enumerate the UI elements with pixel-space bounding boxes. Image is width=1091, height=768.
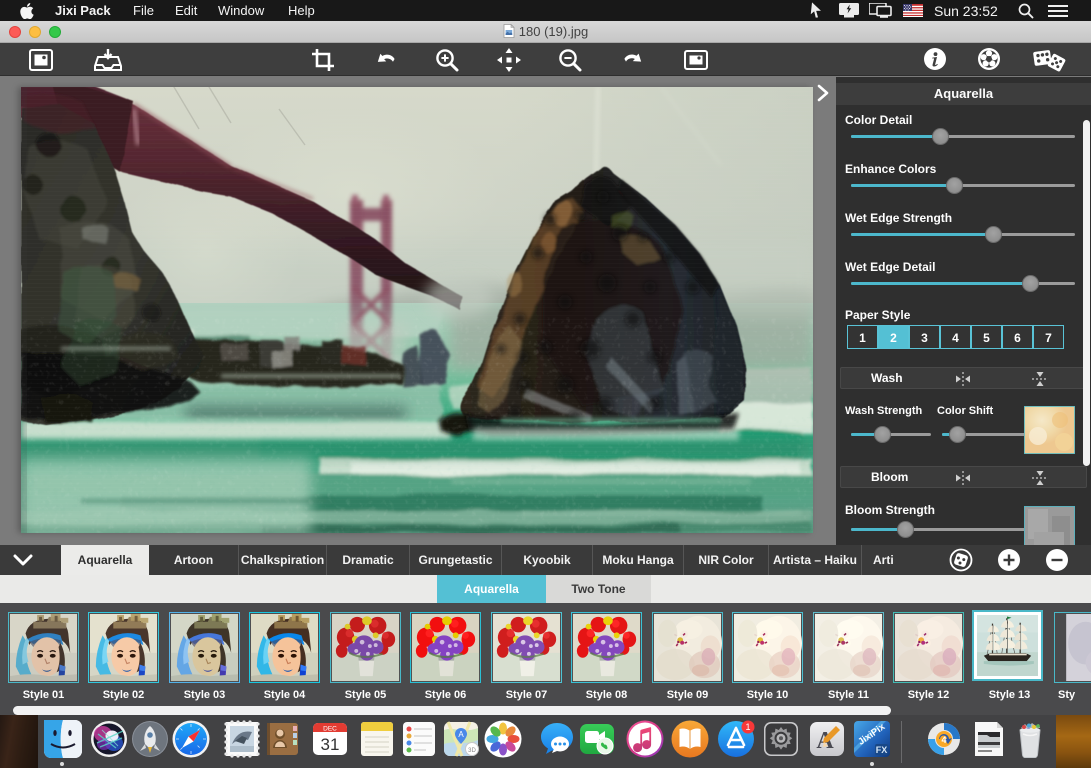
svg-text:DEC: DEC (323, 726, 337, 733)
svg-text:4: 4 (941, 735, 946, 745)
svg-text:31: 31 (321, 735, 340, 754)
svg-text:1: 1 (745, 722, 750, 732)
svg-text:A: A (458, 730, 464, 739)
svg-text:FX: FX (876, 745, 888, 755)
svg-text:3D: 3D (468, 748, 476, 754)
